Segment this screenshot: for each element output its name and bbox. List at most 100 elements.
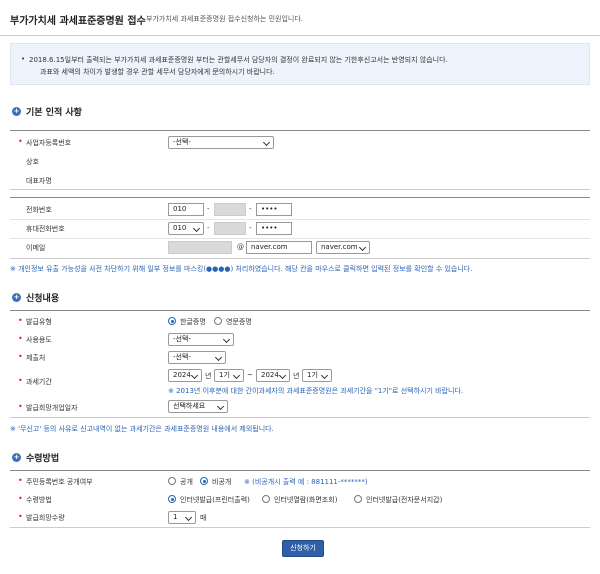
usage-select-value: -선택- — [173, 335, 191, 343]
chevron-down-icon — [358, 243, 367, 252]
page-title: 부가가치세 과세표준증명원 접수 — [10, 16, 146, 27]
period-to-year-value: 2024 — [261, 371, 279, 379]
mobile-label: 휴대전화번호 — [26, 225, 65, 233]
section-bullet-icon: + — [12, 293, 21, 302]
issue-type-korean-radio[interactable] — [168, 317, 176, 325]
section-title-text: 신청내용 — [26, 294, 60, 304]
biz-no-select-value: -선택- — [173, 138, 191, 146]
method-wallet-radio[interactable] — [354, 495, 362, 503]
row-email: 이메일 @ naver.com naver.com — [10, 239, 590, 257]
required-mark: • — [18, 137, 23, 146]
period-from-year-select[interactable]: 2024 — [168, 369, 202, 382]
chevron-down-icon — [262, 138, 271, 147]
notice-line-1: 2018.6.15일부터 출력되는 부가가치세 과세표준증명원 부터는 관할세무… — [29, 56, 448, 64]
usage-select[interactable]: -선택- — [168, 333, 234, 346]
required-mark: • — [18, 494, 23, 503]
issue-type-korean-label: 한글증명 — [180, 318, 206, 326]
issue-type-english-label: 영문증명 — [226, 318, 252, 326]
submit-to-select-value: -선택- — [173, 353, 191, 361]
mobile-dash-2: - — [249, 224, 252, 232]
row-issue-type: • 발급유형 한글증명 영문증명 — [10, 313, 590, 331]
row-biz-no: • 사업자등록번호 -선택- — [10, 134, 590, 152]
request-date-select-value: 선택하세요 — [173, 402, 206, 410]
notice-bullet: • — [21, 55, 26, 63]
company-label: 상호 — [26, 158, 39, 166]
period-hint: ※ 2013년 이후분에 대한 간이과세자의 과세표준증명원은 과세기간을 "1… — [168, 387, 464, 395]
section-title-text: 기본 인적 사항 — [26, 108, 82, 118]
qty-unit: 매 — [200, 514, 207, 522]
email-id-masked[interactable] — [168, 241, 232, 254]
privacy-note: ※ 개인정보 유출 가능성을 사전 차단하기 위해 일부 정보를 마스킹(●●●… — [10, 265, 473, 273]
required-mark: • — [18, 334, 23, 343]
mobile-dash-1: - — [207, 224, 210, 232]
period-to-unit-value: 1기 — [307, 371, 318, 379]
period-to-unit-select[interactable]: 1기 — [302, 369, 332, 382]
chevron-down-icon — [216, 402, 225, 411]
mobile-middle-masked[interactable] — [214, 222, 246, 235]
mobile-last-input[interactable]: •••• — [256, 222, 292, 235]
row-company: 상호 — [10, 153, 590, 171]
issue-type-label: 발급유형 — [26, 318, 52, 326]
period-from-unit-select[interactable]: 1기 — [214, 369, 244, 382]
section-title-text: 수령방법 — [26, 454, 60, 464]
qty-select-value: 1 — [173, 513, 178, 521]
email-at-sign: @ — [237, 243, 244, 251]
row-usage: • 사용용도 -선택- — [10, 331, 590, 349]
issue-type-english-radio[interactable] — [214, 317, 222, 325]
method-print-label: 인터넷발급(프린터출력) — [180, 496, 250, 504]
biz-no-label: 사업자등록번호 — [26, 139, 72, 147]
section-bullet-icon: + — [12, 107, 21, 116]
row-mobile: 휴대전화번호 010 - - •••• — [10, 220, 590, 238]
method-view-radio[interactable] — [262, 495, 270, 503]
phone-label: 전화번호 — [26, 206, 52, 214]
contact-table: 전화번호 010 - - •••• 휴대전화번호 010 - - •••• 이메… — [10, 197, 590, 259]
required-mark: • — [18, 316, 23, 325]
section-bullet-icon: + — [12, 453, 21, 462]
chevron-down-icon — [320, 371, 329, 380]
row-phone: 전화번호 010 - - •••• — [10, 201, 590, 219]
usage-label: 사용용도 — [26, 336, 52, 344]
section-basic-info-title: + 기본 인적 사항 — [12, 105, 82, 118]
chevron-down-icon — [214, 353, 223, 362]
chevron-down-icon — [278, 371, 287, 380]
row-submit-to: • 제출처 -선택- — [10, 349, 590, 367]
period-to-year-select[interactable]: 2024 — [256, 369, 290, 382]
phone-middle-masked[interactable] — [214, 203, 246, 216]
submit-to-label: 제출처 — [26, 354, 46, 362]
rrn-public-radio[interactable] — [168, 477, 176, 485]
basic-info-table: • 사업자등록번호 -선택- 상호 대표자명 — [10, 130, 590, 190]
required-mark: • — [18, 512, 23, 521]
email-domain-select[interactable]: naver.com — [316, 241, 370, 254]
phone-last-input[interactable]: •••• — [256, 203, 292, 216]
method-wallet-label: 인터넷발급(전자문서지갑) — [366, 496, 443, 504]
qty-select[interactable]: 1 — [168, 511, 196, 524]
page-subtitle: 부가가치세 과세표준증명원 접수신청하는 민원입니다. — [146, 15, 304, 23]
request-table: • 발급유형 한글증명 영문증명 • 사용용도 -선택- • 제출처 -선택- … — [10, 310, 590, 418]
rrn-hint: ※ (비공개시 출력 예 : 881111-*******) — [244, 478, 368, 486]
mobile-prefix-select[interactable]: 010 — [168, 222, 204, 235]
request-date-select[interactable]: 선택하세요 — [168, 400, 228, 413]
rrn-label: 주민등록번호 공개여부 — [26, 478, 93, 486]
email-domain-select-value: naver.com — [321, 243, 358, 251]
submit-to-select[interactable]: -선택- — [168, 351, 226, 364]
rrn-public-label: 공개 — [180, 478, 193, 486]
period-from-unit-value: 1기 — [219, 371, 230, 379]
biz-no-select[interactable]: -선택- — [168, 136, 274, 149]
email-domain-input[interactable]: naver.com — [246, 241, 312, 254]
request-date-label: 발급희망개업일자 — [26, 404, 78, 412]
submit-button[interactable]: 신청하기 — [282, 540, 324, 557]
mobile-prefix-value: 010 — [173, 224, 187, 232]
row-method: • 수령방법 인터넷발급(프린터출력) 인터넷열람(화면조회) 인터넷발급(전자… — [10, 491, 590, 509]
period-label: 과세기간 — [26, 378, 52, 386]
row-qty: • 발급희망수량 1 매 — [10, 509, 590, 527]
required-mark: • — [18, 476, 23, 485]
section-request-title: + 신청내용 — [12, 291, 59, 304]
row-rrn: • 주민등록번호 공개여부 공개 비공개 ※ (비공개시 출력 예 : 8811… — [10, 473, 590, 491]
method-print-radio[interactable] — [168, 495, 176, 503]
notice-line-2: 과표와 세액의 차이가 발생할 경우 관할 세무서 담당자에게 문의하시기 바랍… — [40, 68, 275, 76]
phone-dash-1: - — [207, 205, 210, 213]
phone-prefix-input[interactable]: 010 — [168, 203, 204, 216]
rrn-private-radio[interactable] — [200, 477, 208, 485]
row-period: • 과세기간 2024 년 1기 ~ 2024 년 1기 ※ 2013년 이후분… — [10, 368, 590, 398]
year-suffix: 년 — [293, 372, 300, 380]
